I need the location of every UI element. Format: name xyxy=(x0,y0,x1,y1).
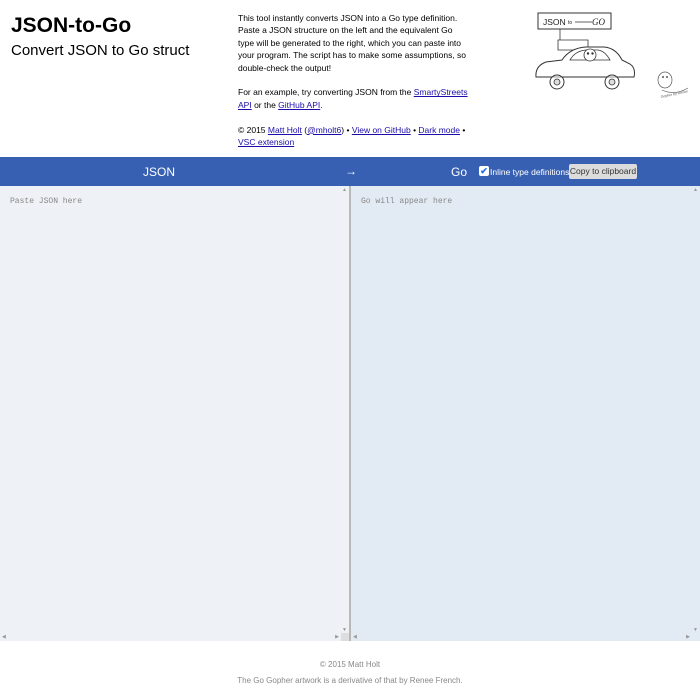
json-input-pane[interactable]: Paste JSON here ▲ ▼ ◀ ▶ xyxy=(0,186,351,641)
inline-types-checkbox[interactable]: ✔ xyxy=(479,166,489,176)
view-on-github-link[interactable]: View on GitHub xyxy=(352,125,411,135)
inline-types-label[interactable]: Inline type definitions xyxy=(490,167,569,177)
example-middle: or the xyxy=(251,99,279,110)
scroll-right-icon[interactable]: ▶ xyxy=(335,634,339,640)
json-pane-label: JSON xyxy=(143,165,176,179)
dark-mode-link[interactable]: Dark mode xyxy=(418,125,460,135)
description-example: For an example, try converting JSON from… xyxy=(238,86,470,111)
sign-to-text: to xyxy=(568,20,572,26)
scroll-left-icon[interactable]: ◀ xyxy=(2,634,6,640)
vsc-extension-link[interactable]: VSC extension xyxy=(238,137,294,147)
github-api-link[interactable]: GitHub API xyxy=(278,100,320,110)
description-credits: © 2015 Matt Holt (@mholt6) • View on Git… xyxy=(238,124,470,149)
json-input-placeholder[interactable]: Paste JSON here xyxy=(10,197,82,206)
scroll-left-icon[interactable]: ◀ xyxy=(353,634,357,640)
json-input-horizontal-scrollbar[interactable]: ◀ ▶ xyxy=(0,633,349,641)
scroll-right-icon[interactable]: ▶ xyxy=(686,634,690,640)
gopher-car-illustration: JSON to GO Gopher by Renee xyxy=(535,12,688,99)
footer-copyright: © 2015 Matt Holt xyxy=(319,660,381,669)
separator: • xyxy=(460,124,466,135)
go-output-pane[interactable]: Go will appear here ▲ ▼ ◀ ▶ xyxy=(351,186,700,641)
arrow-icon: → xyxy=(345,164,357,178)
page-subtitle: Convert JSON to Go struct xyxy=(11,42,190,59)
example-suffix: . xyxy=(320,99,323,110)
description-intro: This tool instantly converts JSON into a… xyxy=(238,13,467,73)
page-title: JSON-to-Go xyxy=(11,14,132,37)
go-output-horizontal-scrollbar[interactable]: ◀ ▶ xyxy=(351,633,700,641)
scroll-up-icon[interactable]: ▲ xyxy=(342,187,347,193)
handle-close: ) • xyxy=(341,124,352,135)
sign-json-text: JSON xyxy=(543,17,566,27)
footer-artwork-credit: The Go Gopher artwork is a derivative of… xyxy=(237,676,463,685)
go-output-vertical-scrollbar[interactable]: ▲ ▼ xyxy=(692,186,700,634)
author-link[interactable]: Matt Holt xyxy=(268,125,302,135)
sign-go-text: GO xyxy=(592,17,605,27)
example-prefix: For an example, try converting JSON from… xyxy=(238,87,414,98)
scroll-up-icon[interactable]: ▲ xyxy=(693,187,698,193)
checkmark-icon: ✔ xyxy=(480,165,488,176)
copyright-prefix: © 2015 xyxy=(238,124,268,135)
go-pane-label: Go xyxy=(451,165,468,179)
json-input-vertical-scrollbar[interactable]: ▲ ▼ xyxy=(341,186,349,634)
twitter-handle-link[interactable]: @mholt6 xyxy=(307,125,341,135)
page-header: JSON-to-Go Convert JSON to Go struct Thi… xyxy=(0,0,700,157)
go-output-placeholder[interactable]: Go will appear here xyxy=(361,197,452,206)
resize-handle-icon[interactable] xyxy=(341,633,349,641)
description: This tool instantly converts JSON into a… xyxy=(238,12,470,161)
copy-to-clipboard-button[interactable]: Copy to clipboard xyxy=(569,164,637,179)
page-footer: © 2015 Matt Holt The Go Gopher artwork i… xyxy=(0,641,700,700)
